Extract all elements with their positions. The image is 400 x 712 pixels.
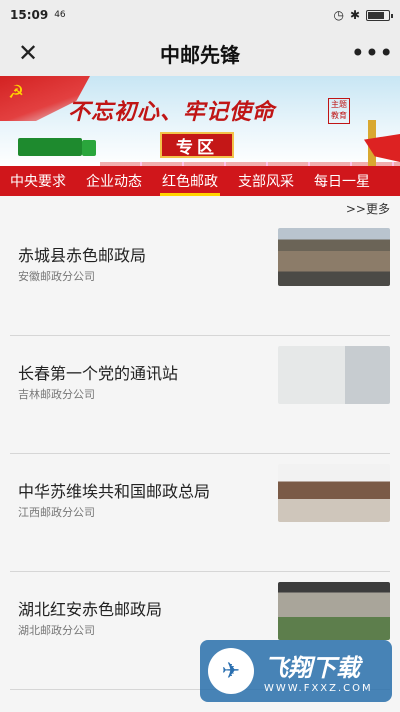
category-tabs: 中央要求 企业动态 红色邮政 支部风采 每日一星: [0, 166, 400, 196]
more-icon[interactable]: •••: [351, 39, 393, 67]
item-thumbnail[interactable]: [278, 464, 390, 522]
item-thumbnail[interactable]: [278, 582, 390, 640]
page-title: 中邮先锋: [160, 42, 240, 67]
item-title[interactable]: 赤城县赤色邮政局: [18, 242, 146, 266]
watermark: ✈ 飞翔下载 WWW.FXXZ.COM: [200, 640, 392, 702]
more-link-text[interactable]: >>更多: [346, 202, 390, 216]
bluetooth-icon: ✱: [349, 8, 360, 22]
item-title[interactable]: 湖北红安赤色邮政局: [18, 596, 162, 620]
status-time: 15:09: [10, 8, 49, 22]
item-subtitle: 安徽邮政分公司: [18, 270, 95, 283]
banner: ☭ 不忘初心、牢记使命 主题教育 专区: [0, 76, 400, 166]
item-thumbnail[interactable]: [278, 346, 390, 404]
article-list: 赤城县赤色邮政局 安徽邮政分公司 长春第一个党的通讯站 吉林邮政分公司 中华苏维…: [0, 218, 400, 690]
item-title[interactable]: 长春第一个党的通讯站: [18, 360, 178, 384]
fxxz-logo-icon: ✈: [208, 648, 254, 694]
banner-seal: 主题教育: [328, 98, 350, 124]
signal-indicator: 46: [54, 10, 66, 20]
battery-icon: [366, 9, 393, 21]
list-item[interactable]: 赤城县赤色邮政局 安徽邮政分公司: [10, 218, 390, 336]
watermark-url: WWW.FXXZ.COM: [264, 683, 373, 694]
list-item[interactable]: 中华苏维埃共和国邮政总局 江西邮政分公司: [10, 454, 390, 572]
banner-slogan: 不忘初心、牢记使命: [68, 99, 276, 125]
item-title[interactable]: 中华苏维埃共和国邮政总局: [18, 478, 210, 502]
hammer-sickle-icon: ☭: [8, 82, 25, 103]
close-icon[interactable]: ✕: [14, 39, 42, 67]
alarm-icon: ◷: [333, 8, 344, 22]
tab-red-postal[interactable]: 红色邮政: [152, 166, 228, 196]
tab-company-news[interactable]: 企业动态: [76, 166, 152, 196]
tab-daily-star[interactable]: 每日一星: [304, 166, 380, 196]
list-item[interactable]: 长春第一个党的通讯站 吉林邮政分公司: [10, 336, 390, 454]
zone-label: 专区: [160, 132, 234, 158]
postal-truck-image: [18, 138, 96, 156]
nav-bar: ✕ 中邮先锋 •••: [0, 30, 400, 76]
watermark-brand: 飞翔下载: [264, 654, 360, 682]
item-subtitle: 吉林邮政分公司: [18, 388, 95, 401]
item-thumbnail[interactable]: [278, 228, 390, 286]
tab-central-requirements[interactable]: 中央要求: [0, 166, 76, 196]
tab-branch-style[interactable]: 支部风采: [228, 166, 304, 196]
more-link[interactable]: >>更多: [0, 196, 400, 218]
status-bar: 15:09 46 ◷ ✱: [0, 0, 400, 30]
item-subtitle: 江西邮政分公司: [18, 506, 95, 519]
item-subtitle: 湖北邮政分公司: [18, 624, 95, 637]
